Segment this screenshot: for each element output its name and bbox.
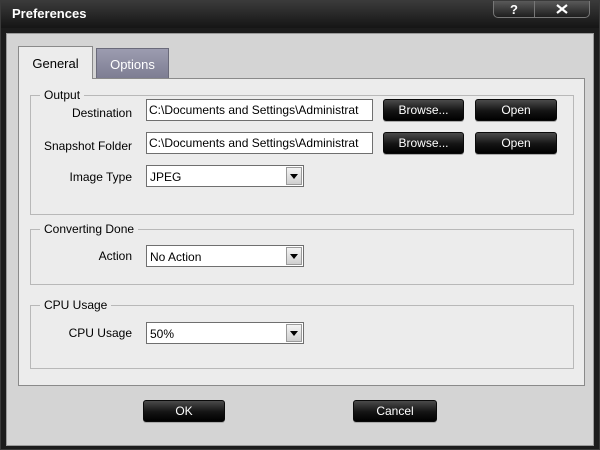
window-title: Preferences: [12, 6, 87, 21]
preferences-window: Preferences ? General Options Output Des…: [0, 0, 600, 450]
destination-field[interactable]: C:\Documents and Settings\Administrat: [146, 99, 373, 121]
action-select[interactable]: No Action: [146, 245, 304, 267]
snapshot-folder-label: Snapshot Folder: [43, 139, 132, 153]
dialog-panel: General Options Output Destination C:\Do…: [6, 33, 594, 446]
tab-options[interactable]: Options: [96, 48, 169, 79]
action-label: Action: [98, 249, 132, 263]
title-bar[interactable]: Preferences ?: [1, 1, 599, 28]
action-value: No Action: [150, 250, 202, 264]
tab-general[interactable]: General: [18, 46, 93, 79]
image-type-select[interactable]: JPEG: [146, 165, 304, 187]
general-tab-content: Output Destination C:\Documents and Sett…: [18, 78, 585, 386]
snapshot-browse-button[interactable]: Browse...: [383, 132, 464, 154]
cancel-button[interactable]: Cancel: [353, 400, 437, 422]
converting-done-title: Converting Done: [44, 222, 135, 236]
cpu-usage-title: CPU Usage: [44, 298, 108, 312]
destination-browse-button[interactable]: Browse...: [383, 99, 464, 121]
snapshot-open-button[interactable]: Open: [475, 132, 557, 154]
image-type-value: JPEG: [150, 170, 182, 184]
cpu-usage-select[interactable]: 50%: [146, 322, 304, 344]
destination-open-button[interactable]: Open: [475, 99, 557, 121]
ok-button[interactable]: OK: [143, 400, 225, 422]
help-button[interactable]: ?: [493, 1, 535, 18]
chevron-down-icon[interactable]: [286, 167, 302, 185]
image-type-label: Image Type: [69, 170, 132, 184]
chevron-down-icon[interactable]: [286, 324, 302, 342]
destination-label: Destination: [71, 106, 132, 120]
close-icon: [556, 4, 568, 14]
chevron-down-icon[interactable]: [286, 247, 302, 265]
snapshot-folder-field[interactable]: C:\Documents and Settings\Administrat: [146, 132, 373, 154]
output-group-title: Output: [44, 88, 81, 102]
cpu-usage-label: CPU Usage: [68, 326, 132, 340]
close-button[interactable]: [534, 1, 590, 18]
cpu-usage-value: 50%: [150, 327, 175, 341]
